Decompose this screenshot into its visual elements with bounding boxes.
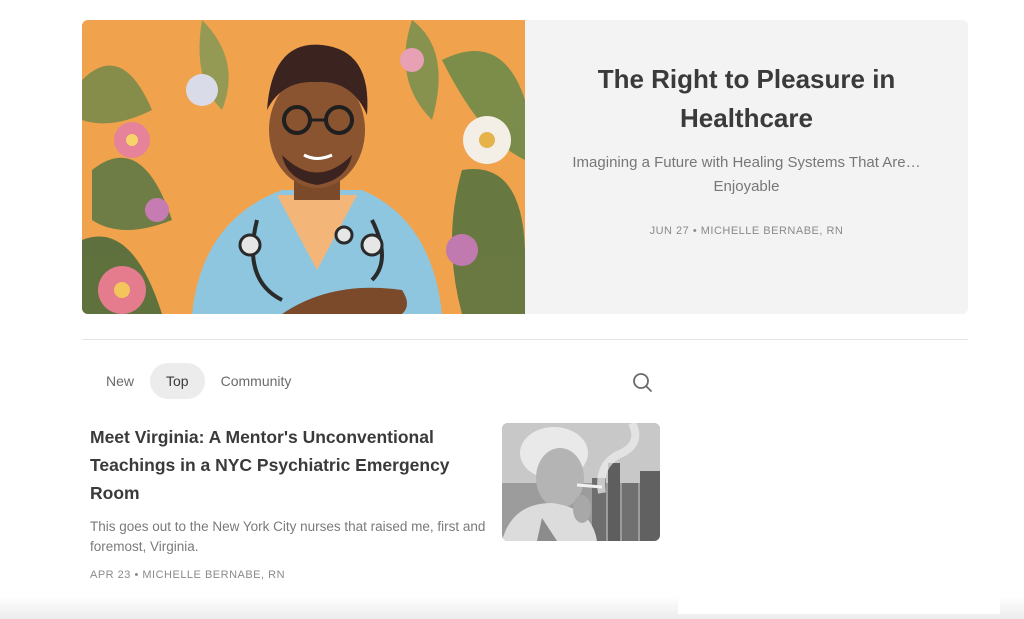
featured-post-subtitle: Imagining a Future with Healing Systems …: [572, 154, 921, 195]
featured-post-card[interactable]: The Right to Pleasure in Healthcare Imag…: [82, 20, 968, 314]
post-meta: APR 23 • MICHELLE BERNABE, RN: [90, 569, 286, 581]
tab-new[interactable]: New: [90, 363, 150, 399]
featured-post-text: The Right to Pleasure in Healthcare Imag…: [525, 20, 968, 314]
sidebar-panel: [678, 596, 1000, 614]
featured-post-image[interactable]: [82, 20, 525, 314]
post-list-item[interactable]: Meet Virginia: A Mentor's Unconventional…: [90, 423, 660, 583]
post-excerpt: This goes out to the New York City nurse…: [90, 519, 486, 554]
post-thumbnail[interactable]: [502, 423, 660, 541]
featured-post-title[interactable]: The Right to Pleasure in Healthcare: [567, 60, 927, 138]
tab-top[interactable]: Top: [150, 363, 205, 399]
featured-post-meta: JUN 27 • MICHELLE BERNABE, RN: [649, 225, 844, 237]
page: The Right to Pleasure in Healthcare Imag…: [0, 0, 1024, 619]
tab-community[interactable]: Community: [205, 363, 308, 399]
search-icon: [633, 373, 652, 392]
divider: [82, 339, 968, 340]
search-button[interactable]: [630, 370, 654, 394]
post-filter-tabs: New Top Community: [90, 363, 307, 399]
post-title[interactable]: Meet Virginia: A Mentor's Unconventional…: [90, 423, 470, 507]
